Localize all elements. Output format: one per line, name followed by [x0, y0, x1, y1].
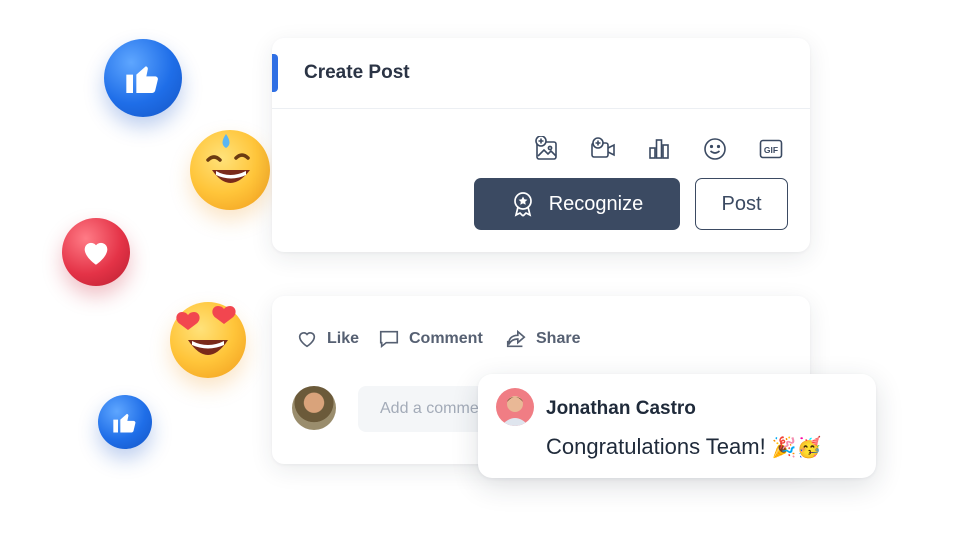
share-button[interactable]: Share — [505, 328, 580, 350]
thumbs-up-icon — [126, 66, 158, 93]
accent-bar — [272, 54, 278, 92]
popup-avatar — [496, 388, 534, 426]
poll-icon — [649, 139, 669, 159]
emoji-button[interactable] — [700, 134, 730, 164]
gif-button[interactable]: GIF — [756, 134, 786, 164]
heart-outline-icon — [298, 332, 316, 348]
heart-icon — [84, 242, 108, 265]
commenter-name: Jonathan Castro — [546, 398, 696, 419]
add-video-button[interactable] — [588, 134, 618, 164]
add-image-button[interactable] — [532, 134, 562, 164]
like-label: Like — [327, 330, 360, 347]
divider — [272, 108, 810, 109]
like-button[interactable]: Like — [296, 328, 359, 350]
gif-icon: GIF — [759, 139, 783, 159]
thumbs-up-reaction-small — [98, 395, 152, 449]
comment-popup: Jonathan Castro Congratulations Team! 🎉🥳 — [478, 374, 876, 478]
comment-label: Comment — [409, 330, 483, 347]
heart-reaction — [62, 218, 130, 286]
thumbs-up-reaction-large — [104, 39, 182, 117]
gif-label: GIF — [764, 145, 778, 155]
share-label: Share — [536, 330, 581, 347]
heart-eyes-emoji — [170, 302, 246, 378]
award-badge-icon — [513, 192, 532, 217]
add-video-icon — [591, 137, 615, 158]
thumbs-up-icon — [113, 413, 136, 433]
recognize-label: Recognize — [548, 192, 644, 215]
party-emoji: 🎉🥳 — [771, 437, 822, 459]
poll-button[interactable] — [644, 134, 674, 164]
sweat-smile-emoji — [190, 130, 270, 210]
recognize-button[interactable]: Recognize — [474, 178, 680, 230]
comment-message: Congratulations Team! — [546, 434, 766, 459]
avatar — [292, 386, 336, 430]
create-post-card: Create Post GIF Recognize Post — [272, 38, 810, 252]
add-image-icon — [535, 136, 557, 160]
comment-text: Congratulations Team! 🎉🥳 — [546, 434, 822, 460]
create-post-title: Create Post — [304, 62, 410, 83]
emoji-icon — [704, 138, 726, 160]
comment-icon — [379, 330, 399, 349]
comment-button[interactable]: Comment — [378, 328, 483, 350]
post-button[interactable]: Post — [695, 178, 788, 230]
share-icon — [506, 329, 526, 348]
